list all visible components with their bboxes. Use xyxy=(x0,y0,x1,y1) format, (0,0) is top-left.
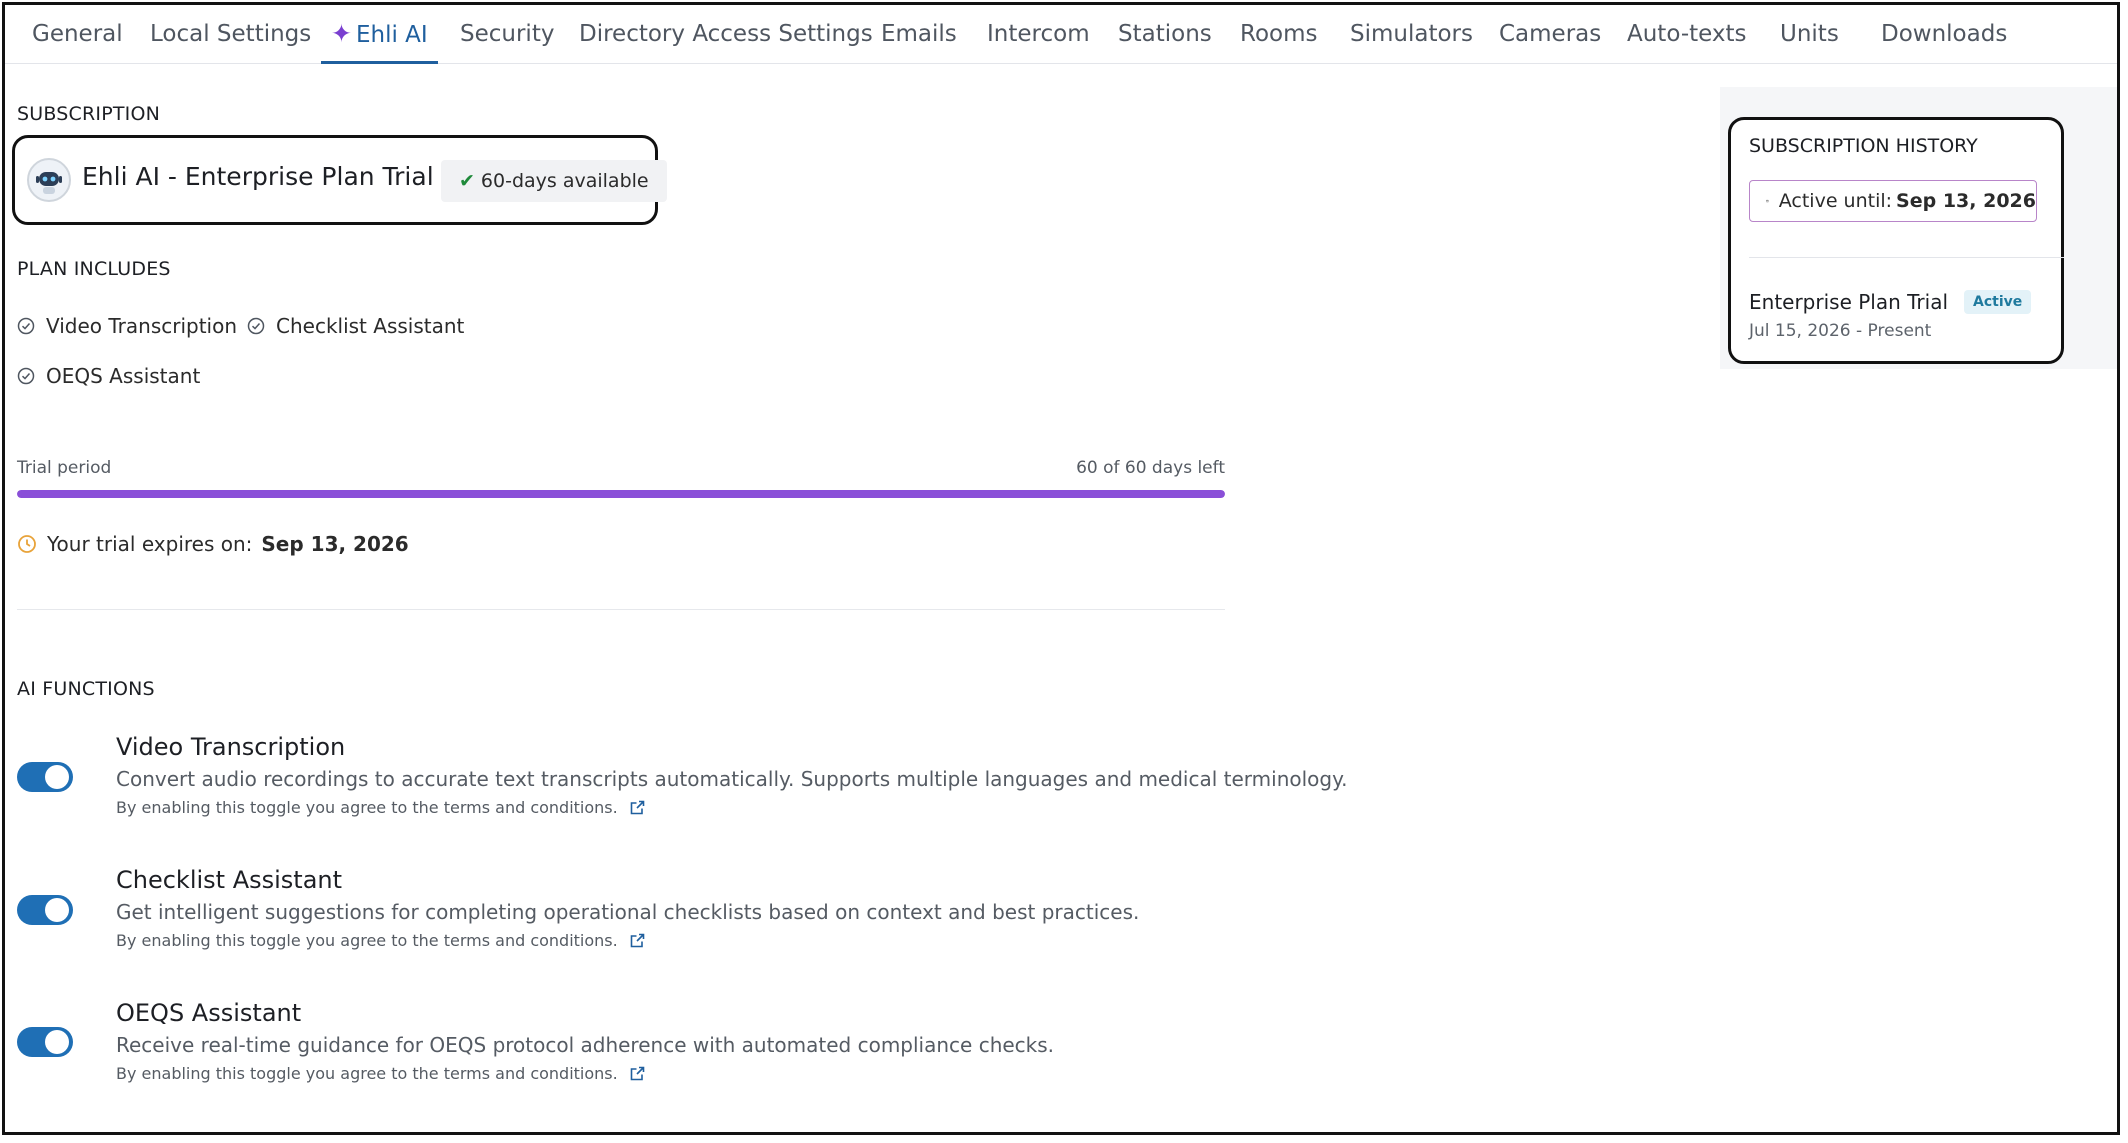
subscription-card: Ehli AI - Enterprise Plan Trial ✔ 60-days… xyxy=(12,135,667,225)
include-item-checklist-assistant: Checklist Assistant xyxy=(247,314,464,338)
function-description: Convert audio recordings to accurate tex… xyxy=(116,767,1348,791)
calendar-check-icon xyxy=(1766,199,1769,203)
active-until-date: Sep 13, 2026 xyxy=(1896,190,2036,212)
tab-intercom[interactable]: Intercom xyxy=(987,5,1090,63)
function-terms: By enabling this toggle you agree to the… xyxy=(116,931,646,950)
external-link-icon[interactable] xyxy=(629,799,646,816)
availability-badge: ✔ 60-days available xyxy=(441,160,667,202)
tab-local-settings[interactable]: Local Settings xyxy=(150,5,311,63)
expires-date: Sep 13, 2026 xyxy=(261,532,409,556)
trial-period-label: Trial period xyxy=(17,458,112,478)
history-entry-dates: Jul 15, 2026 - Present xyxy=(1749,321,1932,341)
tab-simulators[interactable]: Simulators xyxy=(1350,5,1473,63)
tab-security[interactable]: Security xyxy=(460,5,554,63)
video-transcription-toggle[interactable] xyxy=(17,762,73,792)
circle-check-icon xyxy=(17,367,35,385)
circle-check-icon xyxy=(17,317,35,335)
subscription-heading: SUBSCRIPTION xyxy=(17,103,161,125)
checkmark-icon: ✔ xyxy=(459,170,475,192)
ai-functions-heading: AI FUNCTIONS xyxy=(17,678,155,700)
tab-emails[interactable]: Emails xyxy=(881,5,957,63)
circle-check-icon xyxy=(247,317,265,335)
clock-icon xyxy=(18,535,36,553)
plan-includes-heading: PLAN INCLUDES xyxy=(17,258,171,280)
function-title-checklist-assistant: Checklist Assistant xyxy=(116,866,343,894)
function-description: Get intelligent suggestions for completi… xyxy=(116,900,1140,924)
function-description: Receive real-time guidance for OEQS prot… xyxy=(116,1033,1055,1057)
trial-progress-bar xyxy=(17,490,1225,498)
tab-general[interactable]: General xyxy=(32,5,123,63)
active-until-label: Active until: xyxy=(1778,190,1893,212)
subscription-history-card: SUBSCRIPTION HISTORY Active until: Sep 1… xyxy=(1728,117,2064,364)
tab-directory-access-settings[interactable]: Directory Access Settings xyxy=(579,5,873,63)
external-link-icon[interactable] xyxy=(629,1065,646,1082)
function-title-oeqs-assistant: OEQS Assistant xyxy=(116,999,302,1027)
terms-text: By enabling this toggle you agree to the… xyxy=(116,798,618,817)
plan-name: Ehli AI - Enterprise Plan Trial xyxy=(82,162,434,191)
include-item-oeqs-assistant: OEQS Assistant xyxy=(17,364,200,388)
availability-text: 60-days available xyxy=(480,170,649,192)
history-entry: Enterprise Plan Trial Active xyxy=(1749,290,2032,314)
tab-auto-texts[interactable]: Auto-texts xyxy=(1627,5,1747,63)
terms-text: By enabling this toggle you agree to the… xyxy=(116,1064,618,1083)
section-divider xyxy=(17,609,1225,610)
history-heading: SUBSCRIPTION HISTORY xyxy=(1749,135,1978,157)
terms-text: By enabling this toggle you agree to the… xyxy=(116,931,618,950)
checklist-assistant-toggle[interactable] xyxy=(17,895,73,925)
sparkle-icon: ✦ xyxy=(331,19,352,48)
function-terms: By enabling this toggle you agree to the… xyxy=(116,1064,646,1083)
include-item-label: Checklist Assistant xyxy=(276,314,465,338)
tab-stations[interactable]: Stations xyxy=(1118,5,1212,63)
history-divider xyxy=(1749,257,2064,258)
trial-days-left: 60 of 60 days left xyxy=(1076,458,1225,478)
function-terms: By enabling this toggle you agree to the… xyxy=(116,798,646,817)
external-link-icon[interactable] xyxy=(629,932,646,949)
status-badge: Active xyxy=(1964,290,2032,314)
settings-page: General Local Settings ✦ Ehli AI Security… xyxy=(2,2,2120,1135)
trial-expiry: Your trial expires on: Sep 13, 2026 xyxy=(17,532,409,556)
robot-avatar-icon xyxy=(27,158,71,202)
active-until-chip: Active until: Sep 13, 2026 xyxy=(1749,180,2037,222)
trial-progress-fill xyxy=(17,490,1225,498)
function-title-video-transcription: Video Transcription xyxy=(116,733,346,761)
tab-rooms[interactable]: Rooms xyxy=(1240,5,1317,63)
oeqs-assistant-toggle[interactable] xyxy=(17,1027,73,1057)
tab-ehli-ai[interactable]: ✦ Ehli AI xyxy=(321,5,438,64)
include-item-video-transcription: Video Transcription xyxy=(17,314,237,338)
history-entry-plan: Enterprise Plan Trial xyxy=(1749,290,1949,314)
include-item-label: Video Transcription xyxy=(46,314,238,338)
tab-downloads[interactable]: Downloads xyxy=(1881,5,2007,63)
expires-label: Your trial expires on: xyxy=(47,532,253,556)
tab-cameras[interactable]: Cameras xyxy=(1499,5,1601,63)
tab-bar: General Local Settings ✦ Ehli AI Security… xyxy=(5,5,2117,64)
include-item-label: OEQS Assistant xyxy=(46,364,201,388)
tab-units[interactable]: Units xyxy=(1780,5,1839,63)
tab-ehli-ai-label: Ehli AI xyxy=(355,22,428,48)
